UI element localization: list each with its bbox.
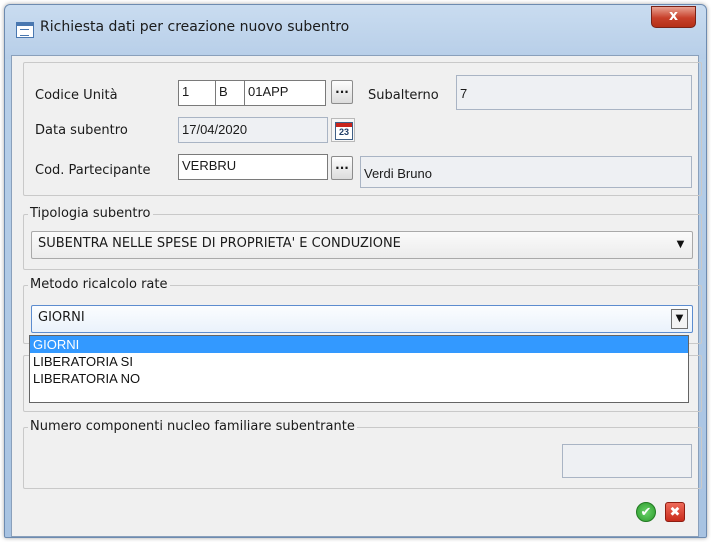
subalterno-field: 7 xyxy=(456,75,692,110)
dropdown-option-liberatoria-no[interactable]: LIBERATORIA NO xyxy=(30,370,688,387)
cod-partecipante-label: Cod. Partecipante xyxy=(35,163,151,178)
chevron-down-icon: ▼ xyxy=(676,239,685,250)
close-button[interactable]: x xyxy=(651,6,696,28)
codice-unita-part3-input[interactable]: 01APP xyxy=(244,80,326,106)
x-icon: ✖ xyxy=(669,505,681,520)
partecipante-name-field: Verdi Bruno xyxy=(360,156,692,188)
cancel-button[interactable]: ✖ xyxy=(665,502,685,522)
confirm-button[interactable]: ✔ xyxy=(636,502,656,522)
calendar-icon: 23 xyxy=(335,122,353,140)
data-subentro-label: Data subentro xyxy=(35,123,128,138)
metodo-selected: GIORNI xyxy=(38,310,85,325)
tipologia-legend: Tipologia subentro xyxy=(28,206,153,221)
numero-componenti-input[interactable] xyxy=(562,444,692,478)
check-icon: ✔ xyxy=(640,505,652,520)
numero-componenti-legend: Numero componenti nucleo familiare suben… xyxy=(28,419,357,434)
cod-partecipante-input[interactable]: VERBRU xyxy=(178,154,328,180)
dropdown-option-giorni[interactable]: GIORNI xyxy=(30,336,688,353)
metodo-legend: Metodo ricalcolo rate xyxy=(28,277,170,292)
title-bar[interactable]: Richiesta dati per creazione nuovo suben… xyxy=(5,5,706,59)
subalterno-label: Subalterno xyxy=(368,88,439,103)
dropdown-option-liberatoria-si[interactable]: LIBERATORIA SI xyxy=(30,353,688,370)
data-subentro-input[interactable]: 17/04/2020 xyxy=(178,117,328,143)
codice-unita-lookup-button[interactable]: ... xyxy=(331,80,353,104)
codice-unita-part2-input[interactable]: B xyxy=(215,80,245,106)
metodo-dropdown-list[interactable]: GIORNI LIBERATORIA SI LIBERATORIA NO xyxy=(29,335,689,403)
window-icon xyxy=(16,22,34,38)
tipologia-select[interactable]: SUBENTRA NELLE SPESE DI PROPRIETA' E CON… xyxy=(31,231,693,259)
window-title: Richiesta dati per creazione nuovo suben… xyxy=(40,19,350,35)
chevron-down-icon[interactable]: ▼ xyxy=(671,309,688,329)
calendar-button[interactable]: 23 xyxy=(331,118,355,142)
metodo-select[interactable]: GIORNI ▼ xyxy=(31,305,693,333)
codice-unita-label: Codice Unità xyxy=(35,88,118,103)
codice-unita-part1-input[interactable]: 1 xyxy=(178,80,216,106)
cod-partecipante-lookup-button[interactable]: ... xyxy=(331,156,353,180)
tipologia-selected: SUBENTRA NELLE SPESE DI PROPRIETA' E CON… xyxy=(38,236,401,251)
